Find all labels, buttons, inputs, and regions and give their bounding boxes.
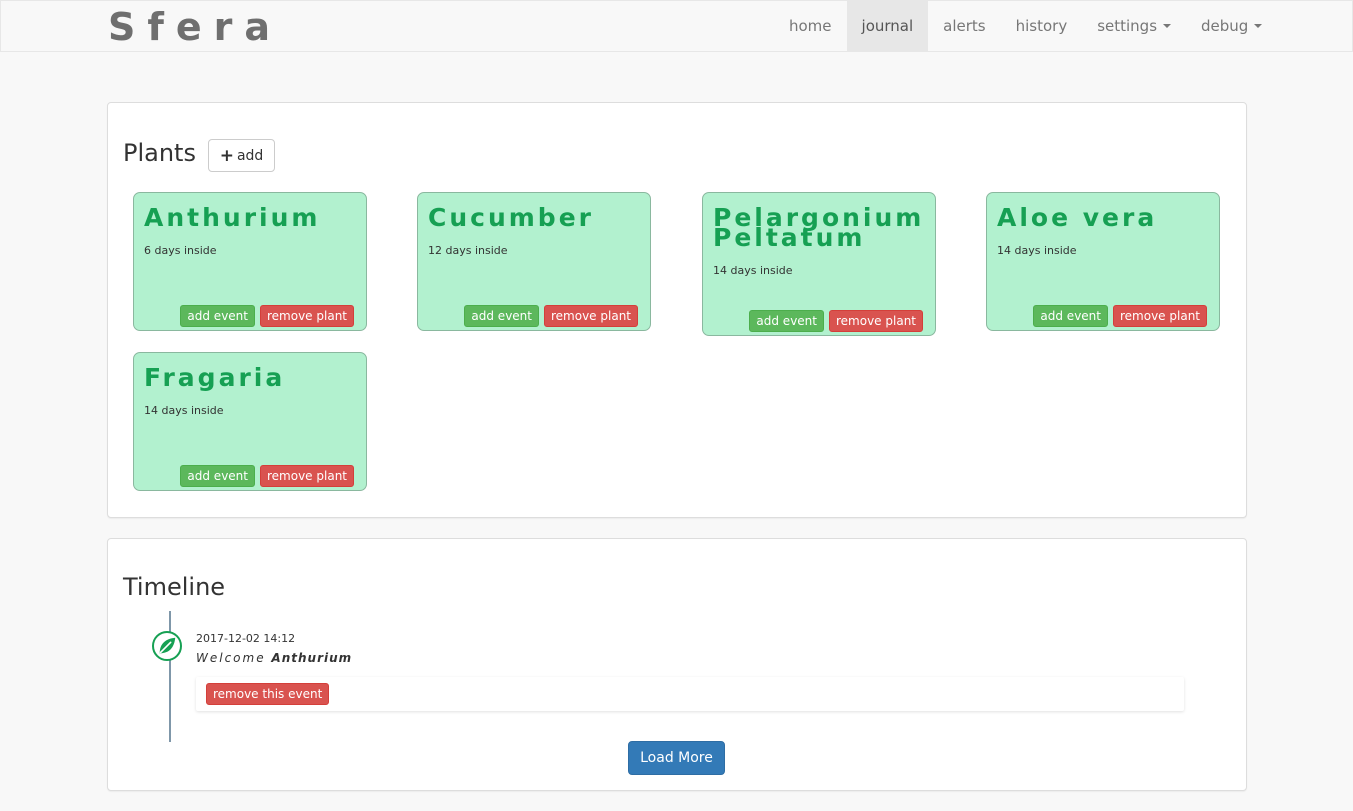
nav-history[interactable]: history (1001, 1, 1083, 51)
plant-name: Fragaria (144, 363, 286, 392)
plant-card: Anthurium 6 days inside add event remove… (133, 192, 367, 331)
plant-days: 14 days inside (997, 244, 1077, 257)
main-nav: home journal alerts history settings deb… (774, 1, 1277, 51)
plant-card: Pelargonium Peltatum 14 days inside add … (702, 192, 936, 336)
load-more-button[interactable]: Load More (628, 741, 725, 775)
remove-plant-button[interactable]: remove plant (544, 305, 638, 327)
nav-debug-label: debug (1201, 17, 1249, 35)
event-timestamp: 2017-12-02 14:12 (196, 632, 296, 645)
add-event-button[interactable]: add event (464, 305, 539, 327)
nav-debug-dropdown[interactable]: debug (1186, 1, 1277, 51)
plant-card: Cucumber 12 days inside add event remove… (417, 192, 651, 331)
plants-panel: Plants + add Anthurium 6 days inside add… (107, 102, 1247, 518)
plant-card: Fragaria 14 days inside add event remove… (133, 352, 367, 491)
event-description: Welcome Anthurium (196, 651, 352, 665)
plant-days: 12 days inside (428, 244, 508, 257)
nav-home[interactable]: home (774, 1, 847, 51)
brand-logo[interactable]: Sfera (108, 4, 282, 50)
remove-plant-button[interactable]: remove plant (829, 310, 923, 332)
plant-days: 6 days inside (144, 244, 217, 257)
plus-icon: + (219, 145, 234, 166)
add-plant-label: add (236, 147, 264, 164)
caret-down-icon (1163, 24, 1172, 28)
plant-name: Aloe vera (997, 203, 1158, 232)
plants-title: Plants (123, 139, 196, 167)
timeline-title: Timeline (123, 573, 226, 601)
add-plant-button[interactable]: + add (208, 139, 275, 172)
add-event-button[interactable]: add event (1033, 305, 1108, 327)
add-event-button[interactable]: add event (749, 310, 824, 332)
plant-days: 14 days inside (713, 264, 793, 277)
remove-plant-button[interactable]: remove plant (260, 305, 354, 327)
remove-plant-button[interactable]: remove plant (260, 465, 354, 487)
nav-settings-dropdown[interactable]: settings (1082, 1, 1186, 51)
plant-name: Pelargonium Peltatum (713, 203, 925, 252)
plant-name: Anthurium (144, 203, 321, 232)
timeline-panel: Timeline 2017-12-02 14:12 Welcome Anthur… (107, 538, 1247, 791)
leaf-icon (152, 631, 182, 661)
plant-days: 14 days inside (144, 404, 224, 417)
navbar: Sfera home journal alerts history settin… (0, 0, 1353, 52)
remove-plant-button[interactable]: remove plant (1113, 305, 1207, 327)
plant-card: Aloe vera 14 days inside add event remov… (986, 192, 1220, 331)
remove-event-button[interactable]: remove this event (206, 683, 330, 705)
event-prefix: Welcome (196, 651, 266, 665)
add-event-button[interactable]: add event (180, 465, 255, 487)
add-event-button[interactable]: add event (180, 305, 255, 327)
plant-name: Cucumber (428, 203, 594, 232)
nav-alerts[interactable]: alerts (928, 1, 1000, 51)
nav-settings-label: settings (1097, 17, 1158, 35)
event-plant-name: Anthurium (271, 651, 353, 665)
caret-down-icon (1254, 24, 1263, 28)
event-card: remove this event (196, 677, 1184, 711)
nav-journal[interactable]: journal (846, 1, 929, 51)
